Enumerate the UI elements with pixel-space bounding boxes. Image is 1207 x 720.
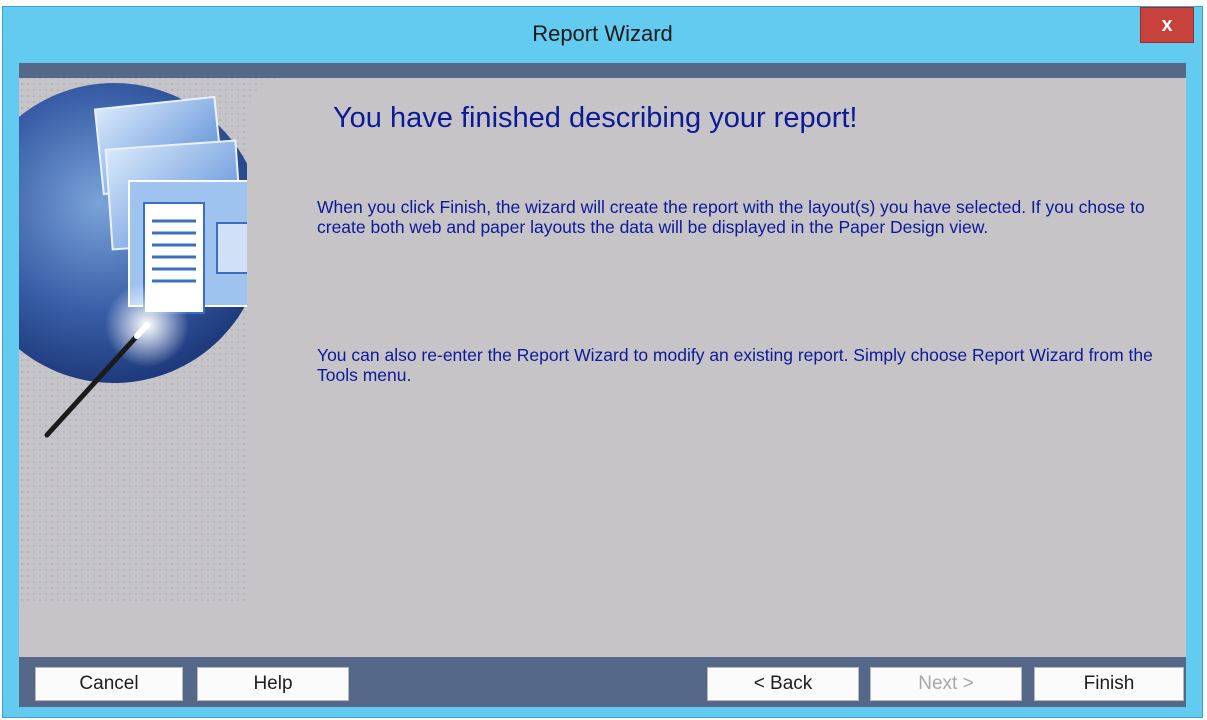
close-button[interactable]: x bbox=[1140, 7, 1194, 43]
button-bar: Cancel Help < Back Next > Finish bbox=[19, 657, 1186, 707]
wizard-illustration bbox=[19, 78, 281, 603]
info-paragraph-1: When you click Finish, the wizard will c… bbox=[317, 197, 1145, 237]
cancel-button[interactable]: Cancel bbox=[35, 667, 183, 701]
title-bar[interactable]: Report Wizard x bbox=[3, 7, 1202, 63]
wizard-body: You have finished describing your report… bbox=[19, 63, 1186, 707]
report-wizard-window: Report Wizard x You have finished descri… bbox=[2, 6, 1203, 718]
window-title: Report Wizard bbox=[532, 21, 673, 46]
finish-button[interactable]: Finish bbox=[1034, 667, 1184, 701]
close-icon: x bbox=[1161, 14, 1173, 36]
page-heading: You have finished describing your report… bbox=[333, 102, 858, 134]
help-button[interactable]: Help bbox=[197, 667, 349, 701]
next-button: Next > bbox=[870, 667, 1022, 701]
content-panel: You have finished describing your report… bbox=[247, 78, 1186, 657]
info-paragraph-2: You can also re-enter the Report Wizard … bbox=[317, 345, 1153, 385]
back-button[interactable]: < Back bbox=[707, 667, 859, 701]
